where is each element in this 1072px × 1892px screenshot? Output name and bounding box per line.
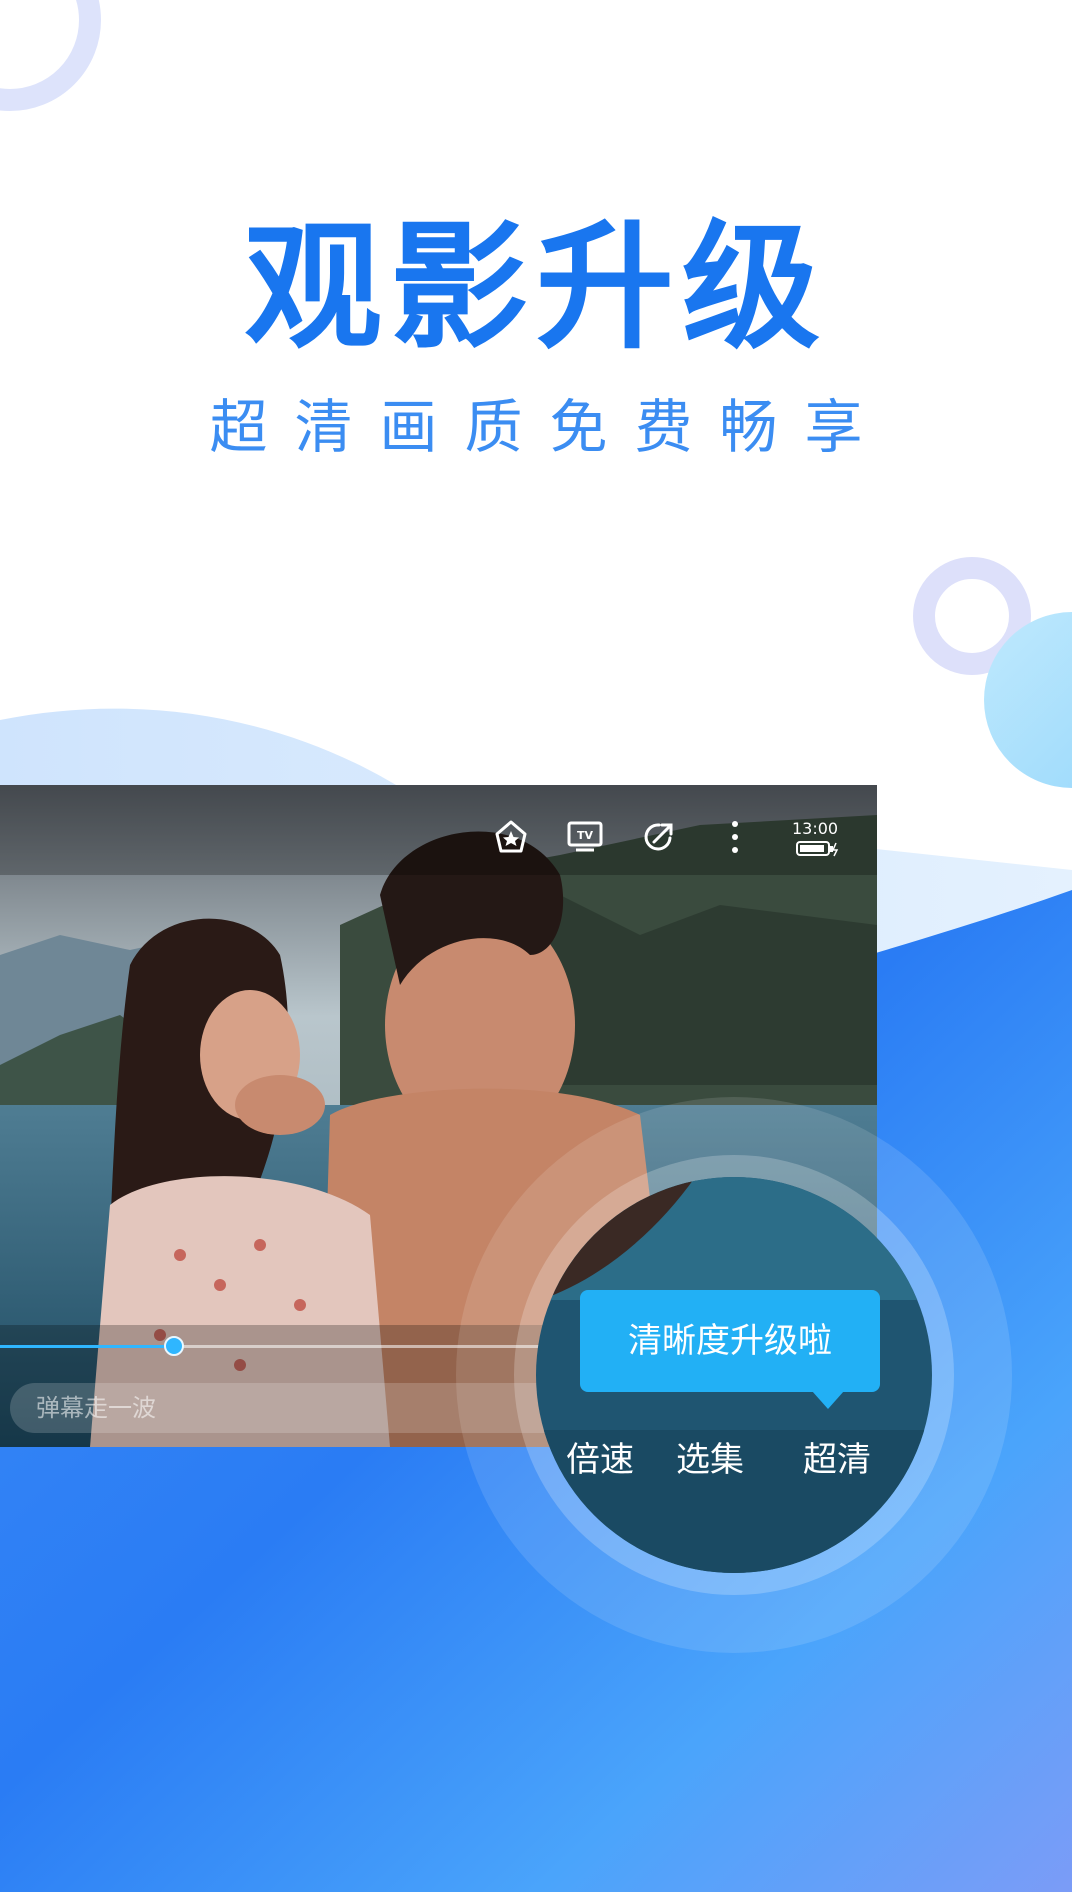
star-house-icon[interactable]	[492, 818, 530, 856]
danmaku-input[interactable]: 弹幕走一波	[10, 1383, 570, 1433]
page-subheadline: 超清画质免费畅享	[209, 393, 890, 461]
quality-button[interactable]: 超清	[803, 1432, 871, 1481]
speed-button-clip: 倍速	[548, 1420, 638, 1480]
more-vertical-icon[interactable]	[716, 818, 754, 856]
status-time: 13:00	[792, 819, 839, 838]
battery-icon	[796, 841, 839, 857]
progress-thumb[interactable]	[163, 1336, 184, 1356]
progress-fill	[0, 1345, 174, 1348]
tooltip-arrow	[812, 1391, 844, 1409]
progress-bar[interactable]	[0, 1336, 560, 1356]
quality-upgrade-tooltip: 清晰度升级啦	[580, 1290, 880, 1392]
episodes-button[interactable]: 选集	[676, 1432, 744, 1481]
speed-button[interactable]: 倍速	[566, 1432, 634, 1480]
tv-cast-icon[interactable]: TV	[566, 818, 604, 856]
svg-text:TV: TV	[577, 829, 594, 842]
page-headline: 观影升级	[243, 207, 828, 368]
share-arrow-icon[interactable]	[640, 818, 678, 856]
